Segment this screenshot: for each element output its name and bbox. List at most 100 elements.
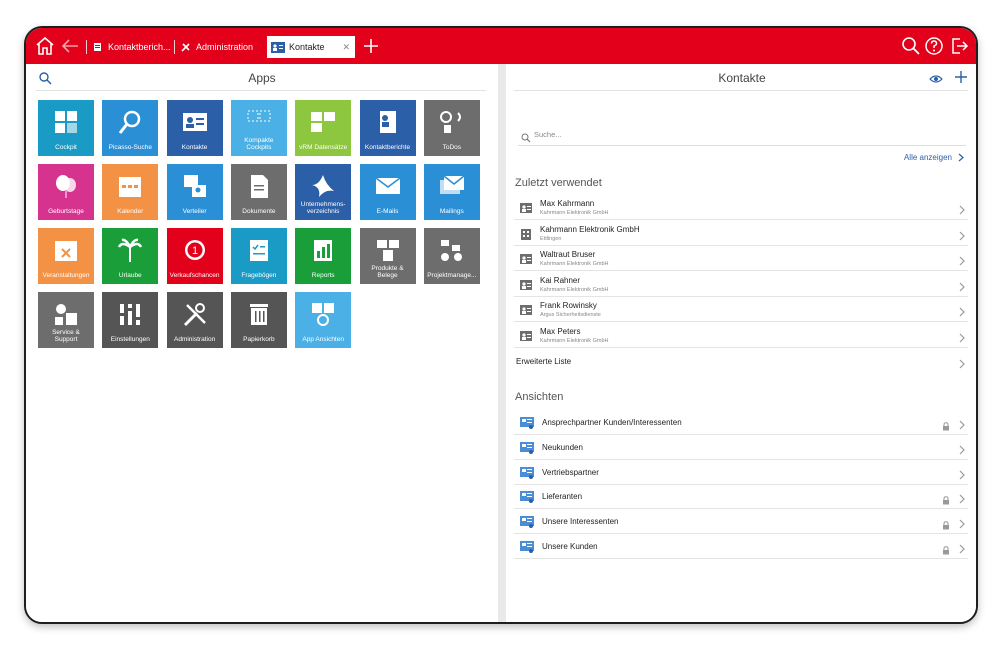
app-tile[interactable]: Veranstaltungen [38,228,94,284]
app-tile-label: Reports [311,272,335,279]
directory-icon [309,173,337,199]
tools-icon [180,42,192,52]
app-tile[interactable]: Einstellungen [102,292,159,348]
lock-icon [942,492,950,505]
view-row[interactable]: Unsere Interessenten [514,509,968,535]
app-tile-label: Mailings [439,208,464,215]
app-tile[interactable]: Mailings [423,164,480,220]
show-all-link[interactable]: Alle anzeigen [904,153,964,162]
todo-icon [438,109,466,135]
app-tile[interactable]: 1 Verkaufschancen [166,228,223,284]
lock-icon [942,517,950,530]
tab-label: Administration [196,42,254,52]
app-tile[interactable]: Produkte & Belege [359,228,416,284]
contact-company: Argus Sicherheitsdienste [540,312,601,319]
recent-contact-row[interactable]: Max Peters Kahrmann Elektronik GmbH [514,323,968,348]
app-tile[interactable]: Reports [295,228,352,284]
calendar-icon [116,173,144,199]
tab-administration[interactable]: Administration [180,38,253,56]
home-icon[interactable] [34,35,56,57]
app-tile[interactable]: E-Mails [359,164,416,220]
app-tile[interactable]: Kompakte Cockpits [230,100,287,156]
contacts-search-field[interactable]: Suche... [518,126,966,146]
app-tile[interactable]: Service & Support [38,292,94,348]
app-window: Kontaktberich... Administration Kontakte… [24,26,978,624]
close-icon[interactable]: ✕ [342,42,350,53]
app-tile[interactable]: Geburtstage [38,164,94,220]
panel-title: Kontakte [718,71,766,85]
view-row[interactable]: Ansprechpartner Kunden/Interessenten [514,410,968,435]
recent-contact-row[interactable]: Waltraut Bruser Kahrmann Elektronik GmbH [514,246,968,272]
person-card-icon [520,201,532,213]
app-tile[interactable]: Urlaube [102,228,159,284]
app-tile[interactable]: Fragebögen [230,228,287,284]
app-tile[interactable]: Kontakte [166,100,223,156]
person-card-icon [520,329,532,341]
view-name: Neukunden [542,442,583,452]
recent-contact-row[interactable]: Kai Rahner Kahrmann Elektronik GmbH [514,272,968,297]
view-row[interactable]: Neukunden [514,435,968,460]
chevron-right-icon [958,253,966,266]
app-tile-label: Cockpit [55,144,77,151]
products-icon [374,237,402,263]
app-tile[interactable]: App Ansichten [295,292,352,348]
chevron-right-icon [958,153,964,162]
search-icon[interactable] [900,35,922,57]
app-tile-label: Kontakte [181,144,208,151]
logout-icon[interactable] [948,35,970,57]
app-tile[interactable]: Kalender [102,164,159,220]
app-tile[interactable]: Kontaktberichte [359,100,416,156]
contact-name: Waltraut Bruser [540,250,596,260]
chevron-right-icon [958,467,966,480]
view-row[interactable]: Unsere Kunden [514,534,968,559]
trash-icon [245,301,273,327]
tab-kontaktberichte[interactable]: Kontaktberich... [92,38,171,56]
tab-kontakte[interactable]: Kontakte ✕ [267,36,355,58]
help-icon[interactable] [923,35,945,57]
tab-label: Kontakte [289,42,325,52]
view-name: Vertriebspartner [542,467,599,477]
recent-contact-row[interactable]: Max Kahrmann Kahrmann Elektronik GmbH [514,195,968,220]
app-tile[interactable]: Administration [166,292,223,348]
tab-label: Kontaktberich... [108,42,171,52]
extended-list-label: Erweiterte Liste [516,356,572,366]
lock-icon [942,418,950,431]
contact-name: Frank Rowinsky [540,301,597,311]
view-name: Ansprechpartner Kunden/Interessenten [542,418,682,427]
person-card-icon [520,303,532,316]
app-tile[interactable]: Papierkorb [230,292,287,348]
contact-card-icon [181,109,209,135]
event-icon [52,237,80,263]
app-tile[interactable]: Cockpit [38,100,94,156]
app-tile[interactable]: Verteiler [166,164,223,220]
panel-splitter[interactable] [498,64,506,622]
eye-icon[interactable] [929,72,943,84]
add-icon[interactable] [954,70,968,84]
recent-contact-row[interactable]: Kahrmann Elektronik GmbH Ettlingen [514,221,968,246]
app-tile[interactable]: vRM Datensätze [295,100,352,156]
app-tile-label: E-Mails [376,208,399,215]
recent-contact-row[interactable]: Frank Rowinsky Argus Sicherheitsdienste [514,297,968,323]
mail-icon [374,173,402,199]
view-row[interactable]: Vertriebspartner [514,460,968,485]
app-tile-label: Unternehmens-verzeichnis [300,201,346,215]
app-tile[interactable]: Dokumente [230,164,287,220]
section-heading-recent: Zuletzt verwendet [515,177,602,189]
service-icon [52,301,80,327]
app-tile[interactable]: Picasso-Suche [102,100,159,156]
app-tile-label: Dokumente [242,208,276,215]
app-tile-label: ToDos [442,144,462,151]
app-tile[interactable]: ToDos [423,100,480,156]
view-row[interactable]: Lieferanten [514,484,968,510]
back-arrow-icon[interactable] [59,35,81,57]
app-tile-label: Papierkorb [243,336,275,343]
dataset-icon [309,109,337,135]
extended-list-row[interactable]: Erweiterte Liste [514,349,968,374]
contact-company: Kahrmann Elektronik GmbH [540,210,609,216]
section-heading-views: Ansichten [515,391,564,403]
add-tab-icon[interactable] [360,35,382,57]
app-tile[interactable]: Unternehmens-verzeichnis [295,164,352,220]
app-tile[interactable]: Projektmanage... [423,228,480,284]
app-tile-label: Fragebögen [241,272,277,279]
chevron-right-icon [958,356,966,369]
